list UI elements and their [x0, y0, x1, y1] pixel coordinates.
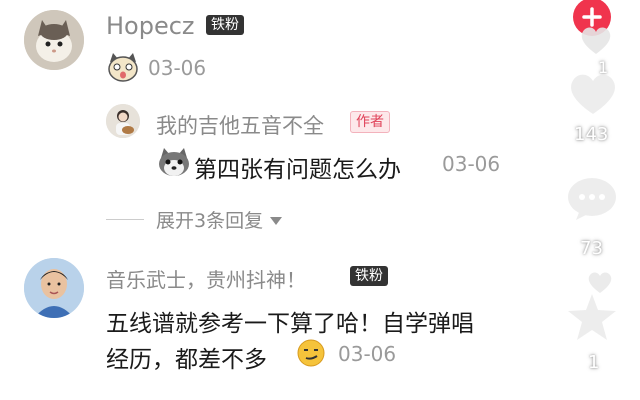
- reply-author[interactable]: 我的吉他五音不全: [156, 110, 324, 140]
- comment-text-line1: 五线谱就参考一下算了哈！自学弹唱: [106, 311, 474, 337]
- shocked-emoji-icon: [106, 52, 140, 86]
- like-heart-icon-large[interactable]: [566, 70, 620, 120]
- like-heart-icon[interactable]: [578, 24, 614, 60]
- husky-emoji-icon: [156, 146, 192, 182]
- comment-bubble-icon[interactable]: [566, 176, 618, 226]
- author-badge: 作者: [350, 111, 390, 133]
- comment-author[interactable]: Hopecz: [106, 12, 195, 40]
- comment-count: 73: [580, 238, 603, 259]
- comment-time: 03-06: [338, 342, 397, 366]
- cat-avatar-icon: [24, 10, 84, 70]
- comment-time: 03-06: [148, 56, 207, 80]
- fan-badge: 铁粉: [206, 15, 244, 35]
- guitar-player-avatar-icon: [106, 104, 140, 138]
- smirk-emoji-icon: [296, 338, 326, 372]
- expand-replies-label: 展开3条回复: [156, 210, 264, 232]
- comment-text-line2: 经历，都差不多: [106, 347, 267, 373]
- reply-text: 第四张有问题怎么办: [194, 157, 401, 183]
- fan-badge: 铁粉: [350, 266, 388, 286]
- expand-replies-button[interactable]: 展开3条回复: [156, 206, 283, 233]
- comment-author[interactable]: 音乐武士，贵州抖神！: [106, 264, 306, 293]
- expand-divider: [106, 219, 144, 220]
- avatar-hopecz[interactable]: [24, 10, 84, 70]
- favorite-count: 1: [588, 352, 600, 373]
- avatar-author[interactable]: [106, 104, 140, 138]
- reply-time: 03-06: [442, 152, 501, 176]
- like-count: 143: [574, 124, 609, 145]
- person-avatar-icon: [24, 258, 84, 318]
- chevron-down-icon: [269, 209, 283, 231]
- avatar-music-warrior[interactable]: [24, 258, 84, 318]
- favorite-star-icon[interactable]: [566, 292, 618, 346]
